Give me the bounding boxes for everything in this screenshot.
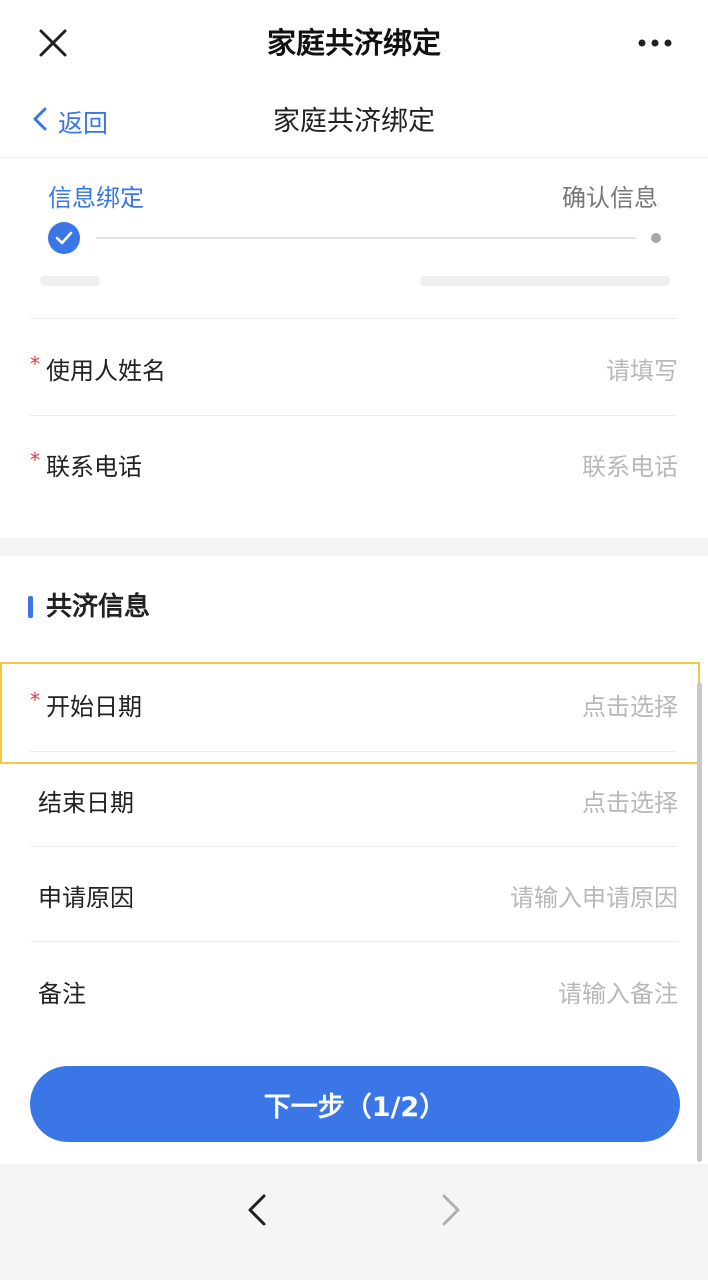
end-date-picker[interactable]: 点击选择 (582, 752, 678, 848)
window-top-bar: 家庭共济绑定 (0, 0, 708, 86)
field-label: * 联系电话 (30, 416, 142, 512)
end-date-field[interactable]: 结束日期 点击选择 (0, 752, 708, 848)
required-mark: * (30, 448, 40, 472)
page-title: 家庭共济绑定 (273, 106, 435, 137)
start-date-field[interactable]: * 开始日期 点击选择 (0, 656, 708, 752)
scrolled-field-row (0, 268, 708, 318)
step-2-label: 确认信息 (562, 184, 658, 212)
divider (30, 941, 678, 942)
more-icon[interactable] (630, 22, 680, 64)
required-mark: * (30, 352, 40, 376)
reason-field[interactable]: 申请原因 请输入申请原因 (0, 847, 708, 943)
phone-input[interactable]: 联系电话 (582, 416, 678, 512)
reason-input[interactable]: 请输入申请原因 (510, 847, 678, 943)
field-label: * 开始日期 (30, 656, 142, 752)
user-name-field[interactable]: * 使用人姓名 请填写 (0, 320, 708, 416)
step-progress-line (96, 237, 636, 239)
step-2-dot (651, 233, 661, 243)
browser-bottom-bar (0, 1164, 708, 1280)
faded-text (420, 276, 670, 286)
field-label: * 使用人姓名 (30, 320, 166, 416)
page-nav-bar: 返回 家庭共济绑定 (0, 86, 708, 158)
section-header: 共济信息 (0, 556, 708, 660)
user-name-input[interactable]: 请填写 (606, 320, 678, 416)
scrollbar[interactable] (697, 682, 702, 1162)
next-step-button[interactable]: 下一步（1/2） (30, 1066, 680, 1142)
remark-input[interactable]: 请输入备注 (558, 943, 678, 1039)
field-label-text: 联系电话 (46, 452, 142, 481)
remark-field[interactable]: 备注 请输入备注 (0, 943, 708, 1039)
divider (30, 318, 678, 319)
step-1-label: 信息绑定 (48, 184, 144, 212)
field-label: 结束日期 (38, 788, 134, 817)
faded-text (40, 276, 100, 286)
field-label: 申请原因 (38, 883, 134, 912)
chevron-left-icon[interactable] (236, 1188, 280, 1232)
section-gap (0, 538, 708, 556)
phone-field[interactable]: * 联系电话 联系电话 (0, 416, 708, 512)
field-label-text: 开始日期 (46, 692, 142, 721)
field-label: 备注 (38, 979, 86, 1008)
check-icon (48, 222, 80, 254)
step-indicator: 信息绑定 确认信息 (0, 158, 708, 268)
section-accent-bar (28, 596, 33, 618)
window-title: 家庭共济绑定 (266, 26, 441, 60)
section-title: 共济信息 (46, 592, 151, 622)
start-date-picker[interactable]: 点击选择 (582, 656, 678, 752)
chevron-right-icon[interactable] (428, 1188, 472, 1232)
required-mark: * (30, 688, 40, 712)
field-label-text: 使用人姓名 (46, 356, 166, 385)
